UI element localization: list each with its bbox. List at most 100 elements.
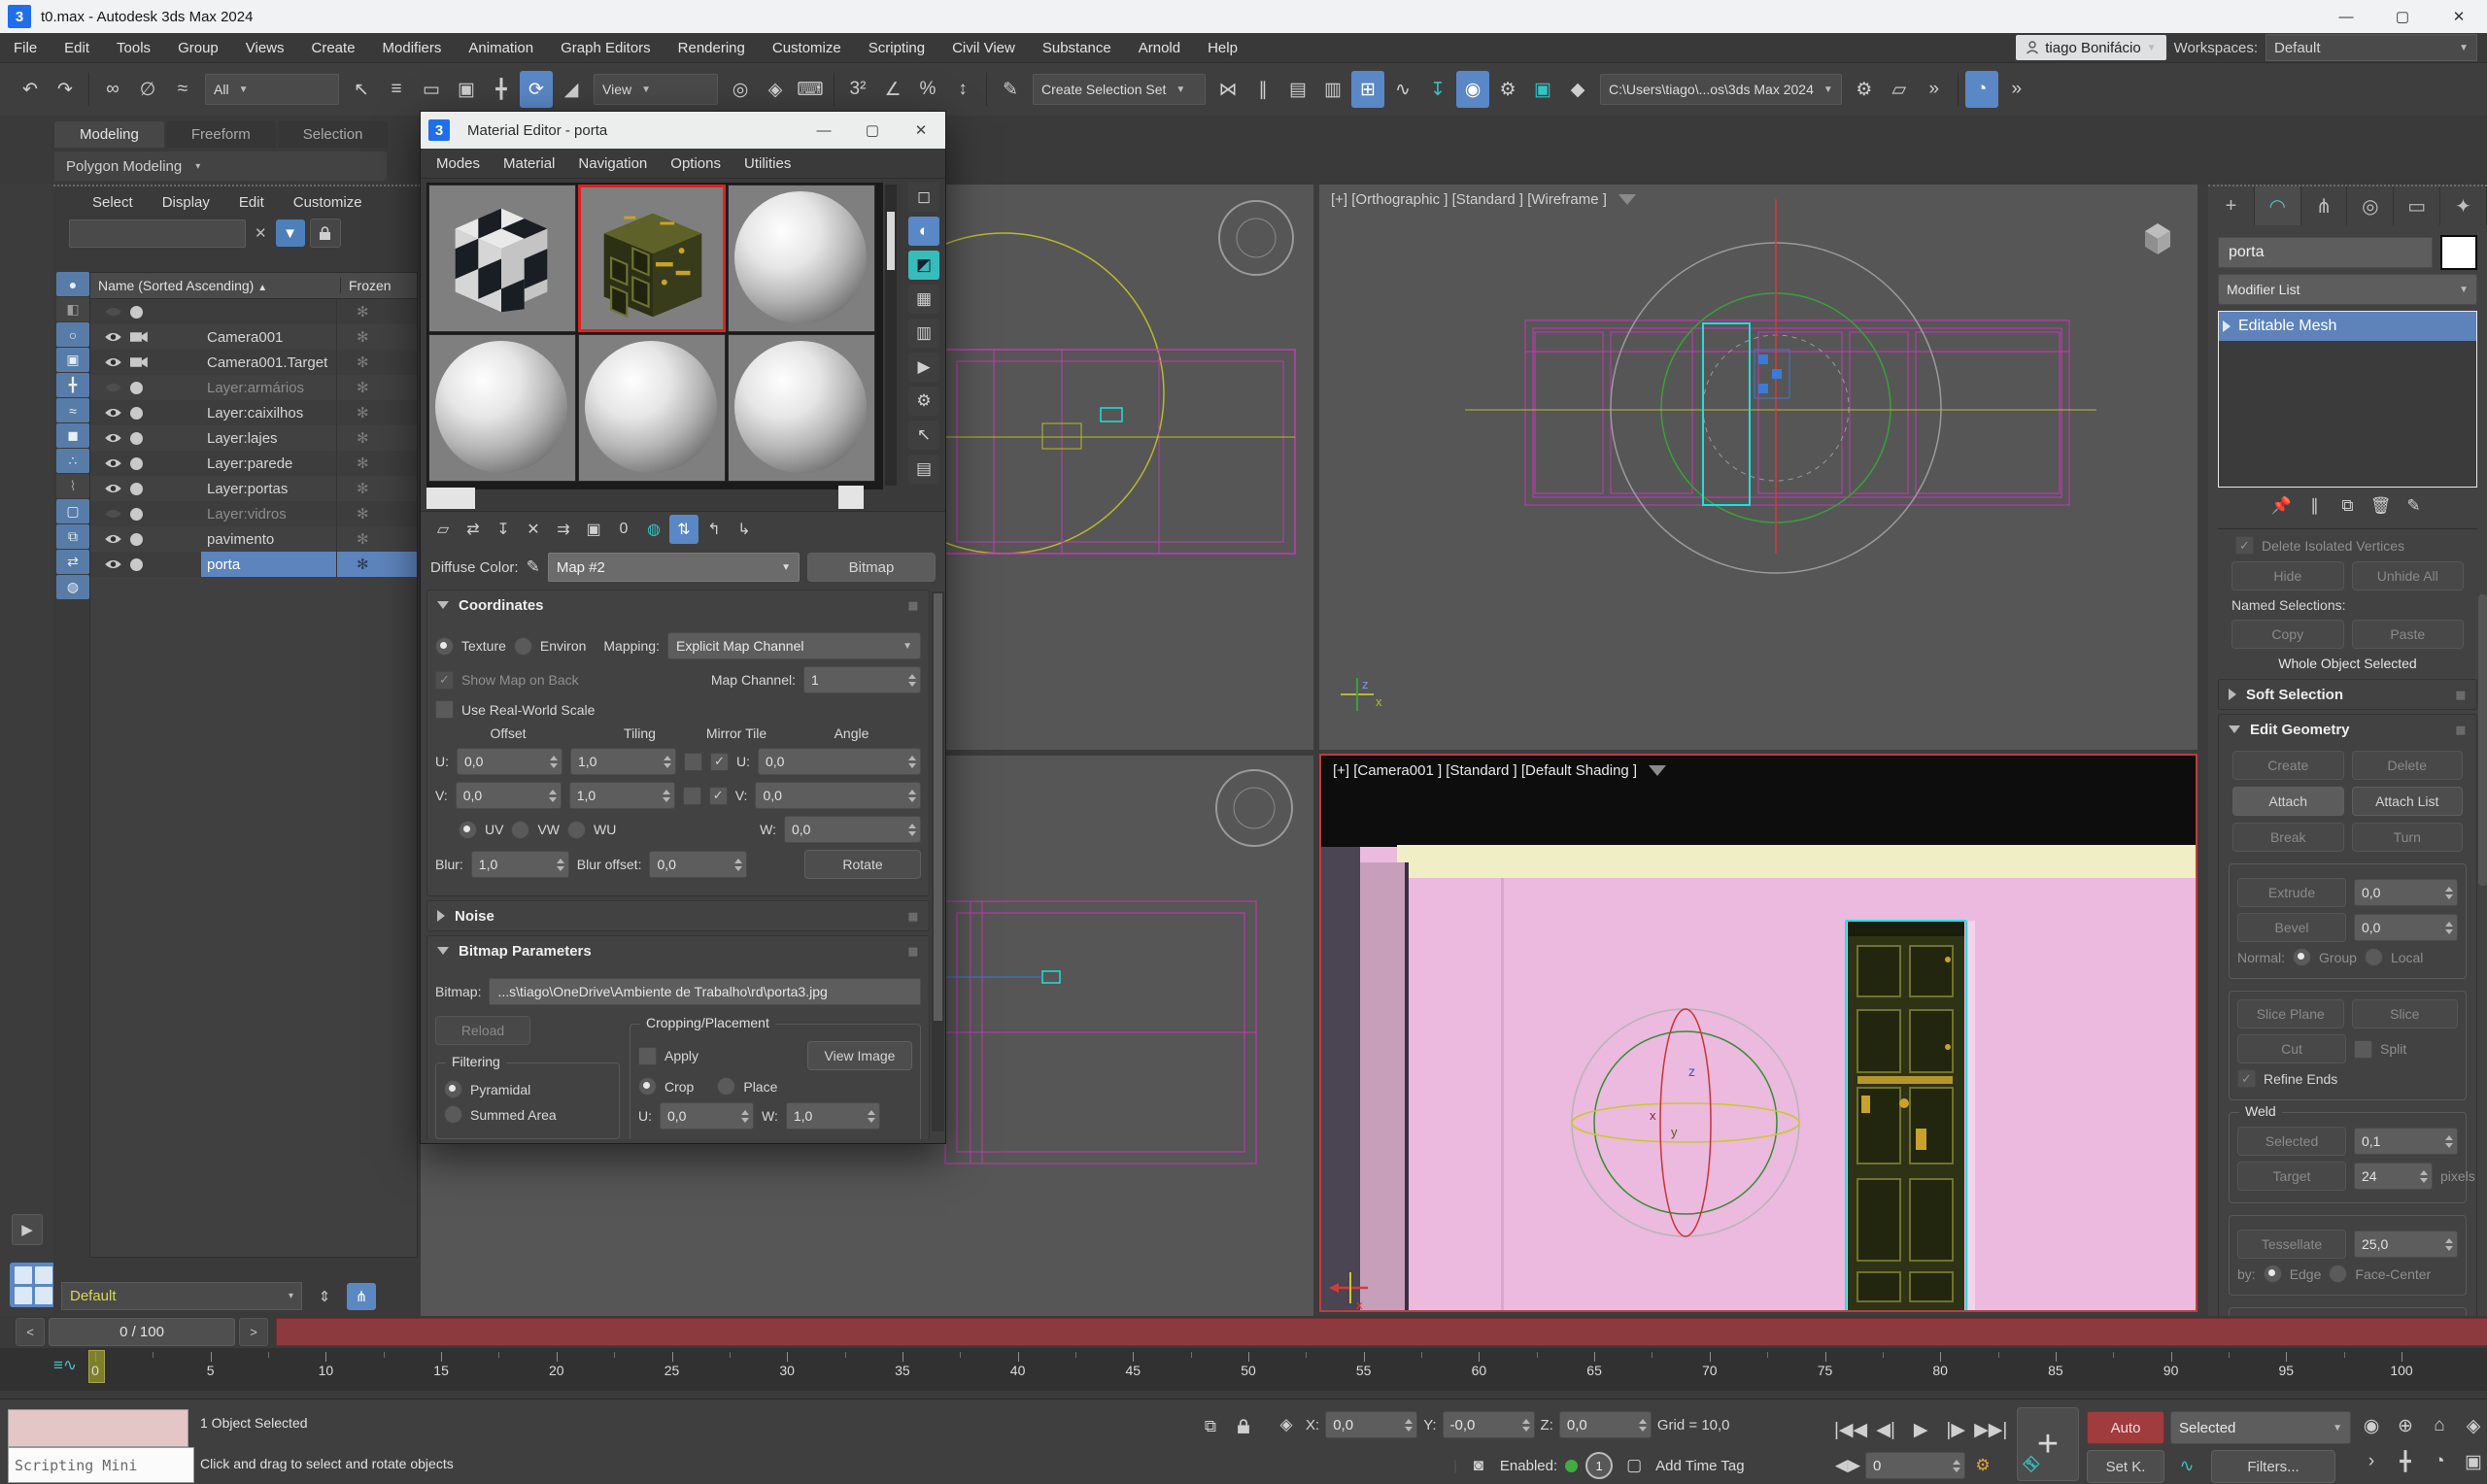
bitmap-path-field[interactable]: ...s\tiago\OneDrive\Ambiente de Trabalho… [489, 978, 921, 1005]
spinner-snap-icon[interactable]: ↕ [946, 71, 979, 108]
more-chevron2-icon[interactable]: » [2000, 71, 2033, 108]
slots-scroll-corner[interactable] [838, 486, 864, 509]
zoom-extents-all-icon[interactable]: ◈ [2457, 1407, 2487, 1444]
list-item-Layer:caixilhos[interactable]: Layer:caixilhos✻ [90, 400, 417, 425]
u-tile-checkbox[interactable]: ✓ [710, 753, 729, 771]
frozen-cell[interactable]: ✻ [336, 299, 417, 324]
sample-slot-5[interactable] [578, 334, 726, 482]
display-none-icon[interactable]: ● [56, 272, 89, 296]
display-geometry-icon[interactable]: ◼ [56, 423, 89, 448]
dialog-maximize-button[interactable]: ▢ [848, 112, 897, 149]
frozen-cell[interactable]: ✻ [336, 526, 417, 552]
tab-hierarchy[interactable]: ⋔ [2301, 186, 2348, 225]
list-item-pavimento[interactable]: pavimento✻ [90, 526, 417, 552]
bevel-spinner[interactable]: 0,0 [2354, 914, 2458, 941]
dialog-close-button[interactable]: ✕ [897, 112, 945, 149]
maximize-viewport-icon[interactable]: ▣ [2457, 1443, 2487, 1480]
put-to-library-icon[interactable]: ▣ [579, 515, 608, 544]
texture-radio[interactable] [435, 637, 454, 656]
attach-button[interactable]: Attach [2232, 787, 2344, 816]
user-account-button[interactable]: tiago Bonifácio▼ [2016, 35, 2165, 60]
menu-animation[interactable]: Animation [455, 40, 547, 56]
weld-selected-spinner[interactable]: 0,1 [2354, 1128, 2458, 1155]
mat-menu-material[interactable]: Material [494, 155, 564, 172]
undo-icon[interactable]: ↶ [14, 71, 47, 108]
go-to-end-icon[interactable]: ▶▶| [1974, 1411, 2007, 1448]
mat-menu-navigation[interactable]: Navigation [568, 155, 657, 172]
make-preview-icon[interactable]: ▶ [908, 353, 939, 382]
display-xrefs-icon[interactable]: ⇄ [56, 550, 89, 574]
list-item-Camera001[interactable]: Camera001✻ [90, 324, 417, 350]
mirror-icon[interactable]: ⋈ [1211, 71, 1244, 108]
v-mirror-checkbox[interactable] [683, 787, 701, 805]
select-and-rotate-icon[interactable]: ⟳ [520, 71, 553, 108]
w-angle-spinner[interactable]: 0,0 [784, 816, 921, 843]
tab-display[interactable]: ▭ [2394, 186, 2440, 225]
list-item-Layer:portas[interactable]: Layer:portas✻ [90, 476, 417, 501]
slots-hscrollbar[interactable] [426, 488, 475, 509]
copy-button[interactable]: Copy [2231, 620, 2344, 649]
material-map-navigator-icon[interactable]: ▤ [908, 455, 939, 484]
crop-radio[interactable] [638, 1077, 657, 1096]
object-name-field[interactable]: porta [2218, 237, 2433, 268]
get-material-icon[interactable]: ▱ [428, 515, 458, 544]
options-icon[interactable]: ⚙ [908, 387, 939, 416]
noise-rollout-header[interactable]: Noise▦ [427, 901, 929, 930]
weld-target-button[interactable]: Target [2237, 1162, 2346, 1191]
eye-open-icon[interactable] [104, 533, 122, 545]
select-and-scale-icon[interactable]: ◢ [555, 71, 588, 108]
current-frame-field[interactable]: 0 [1865, 1452, 1965, 1479]
ribbon-tab-freeform[interactable]: Freeform [166, 121, 276, 148]
frozen-cell[interactable]: ✻ [336, 400, 417, 425]
rectangular-selection-icon[interactable]: ▭ [415, 71, 448, 108]
z-coordinate-spinner[interactable]: 0,0 [1559, 1411, 1652, 1438]
explorer-preset-dropdown[interactable]: Default▾ [61, 1282, 302, 1310]
delete-isolated-vertices-checkbox[interactable]: ✓ [2235, 536, 2254, 555]
use-pivot-center-icon[interactable]: ◎ [724, 71, 757, 108]
close-button[interactable]: ✕ [2431, 0, 2487, 33]
u-angle-spinner[interactable]: 0,0 [758, 748, 921, 775]
wu-radio[interactable] [567, 821, 586, 839]
menu-rendering[interactable]: Rendering [664, 40, 759, 56]
object-color-swatch[interactable] [2440, 235, 2477, 270]
pyramidal-radio[interactable] [444, 1080, 462, 1098]
display-shapes-icon[interactable]: ◧ [56, 297, 89, 321]
selection-lock-icon[interactable] [1230, 1413, 1257, 1440]
selection-filter-dropdown[interactable]: All▼ [205, 74, 339, 105]
menu-group[interactable]: Group [164, 40, 232, 56]
frozen-cell[interactable]: ✻ [336, 501, 417, 526]
display-lights-icon[interactable]: ○ [56, 322, 89, 347]
zoom-all-icon[interactable]: ⊕ [2389, 1407, 2422, 1444]
list-item-unnamed[interactable]: ✻ [90, 299, 417, 324]
rendered-frame-icon[interactable]: ▣ [1526, 71, 1559, 108]
u-tiling-spinner[interactable]: 1,0 [570, 748, 676, 775]
menu-tools[interactable]: Tools [103, 40, 164, 56]
render-icon[interactable]: ◆ [1561, 71, 1594, 108]
keyboard-override-icon[interactable]: ⌨ [794, 71, 827, 108]
u-mirror-checkbox[interactable] [684, 753, 702, 771]
show-map-on-back-checkbox[interactable]: ✓ [435, 671, 454, 690]
mini-curve-editor-icon[interactable]: ≡∿ [53, 1356, 77, 1375]
time-configuration-icon[interactable]: ⚙ [1969, 1452, 1996, 1479]
explorer-menu-select[interactable]: Select [92, 194, 133, 211]
background-icon[interactable]: ◩ [908, 251, 939, 280]
tessellate-spinner[interactable]: 25,0 [2354, 1231, 2458, 1258]
blur-spinner[interactable]: 1,0 [471, 851, 569, 878]
assign-material-to-selection-icon[interactable]: ↧ [489, 515, 518, 544]
menu-graph-editors[interactable]: Graph Editors [547, 40, 664, 56]
sample-type-icon[interactable]: ◻ [908, 183, 939, 212]
reload-button[interactable]: Reload [435, 1016, 530, 1045]
frozen-cell[interactable]: ✻ [336, 476, 417, 501]
absolute-mode-transform-icon[interactable]: ◈ [1273, 1411, 1300, 1438]
scene-explorer-toggle-icon[interactable]: ▤ [1281, 71, 1314, 108]
coordinates-rollout-header[interactable]: Coordinates▦ [427, 590, 929, 620]
workspace-dropdown[interactable]: Default▼ [2266, 34, 2477, 61]
eye-closed-icon[interactable] [104, 382, 122, 393]
v-tile-checkbox[interactable]: ✓ [709, 787, 728, 805]
zoom-extents-icon[interactable]: ⌂ [2423, 1407, 2456, 1444]
ribbon-tab-selection[interactable]: Selection [278, 121, 389, 148]
tab-motion[interactable]: ◎ [2347, 186, 2394, 225]
key-filters-curve-icon[interactable]: ∿ [2170, 1450, 2203, 1481]
turn-button[interactable]: Turn [2352, 823, 2464, 852]
display-particles-icon[interactable]: ∴ [56, 449, 89, 473]
